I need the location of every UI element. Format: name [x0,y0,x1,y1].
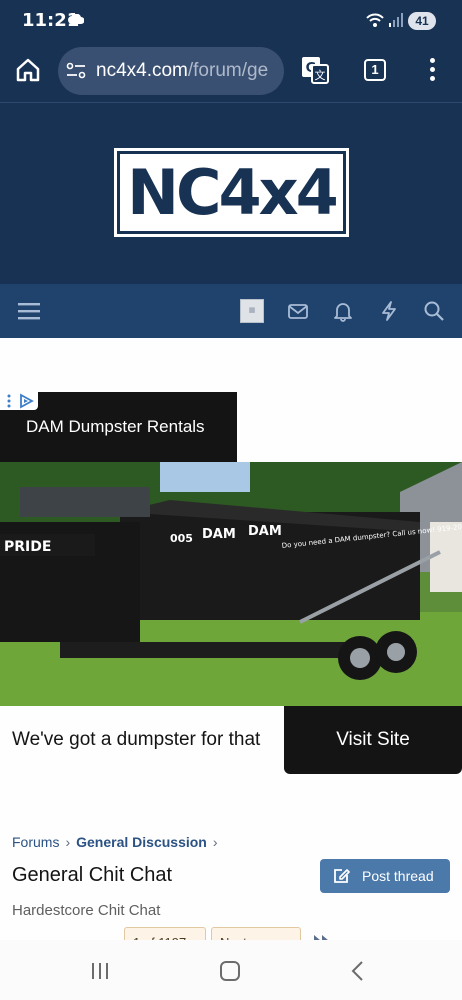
photo-text-pride: PRIDE [4,539,51,555]
photo-text-dam: DAM [202,527,236,542]
site-logo-text: NC4x4 [120,154,343,231]
site-info-icon[interactable] [66,61,86,81]
cloud-icon [68,14,84,24]
url-path: /forum/ge [187,60,269,81]
avatar-placeholder: ▦ [248,307,256,314]
battery-indicator: 41 [408,12,436,30]
search-icon[interactable] [423,300,445,322]
ad-image[interactable]: PRIDE DAM DAM 005 Do you need a DAM dump… [0,462,462,706]
mail-icon[interactable] [287,300,309,322]
breadcrumb: Forums › General Discussion › [12,834,224,850]
breadcrumb-general-discussion[interactable]: General Discussion [76,834,207,850]
url-text: nc4x4.com/forum/ge [96,60,268,82]
url-host: nc4x4.com [96,60,188,81]
bell-icon[interactable] [332,300,354,322]
page-title: General Chit Chat [12,864,173,886]
lightning-icon[interactable] [378,300,400,322]
status-bar: 11:21 41 [0,0,462,40]
more-options-icon[interactable] [424,58,440,84]
user-avatar[interactable]: ▦ [240,299,264,323]
forum-nav-bar [0,284,462,338]
post-thread-button[interactable]: Post thread [320,859,450,893]
post-thread-label: Post thread [362,868,434,884]
ad-tagline[interactable]: We've got a dumpster for that [12,729,260,751]
signal-icon [389,13,403,27]
page-subtitle: Hardestcore Chit Chat [12,902,161,919]
site-logo[interactable]: NC4x4 [114,148,349,237]
visit-site-button[interactable]: Visit Site [284,706,462,774]
tabs-button[interactable]: 1 [364,59,386,81]
ad-choices-symbol [7,393,34,409]
photo-text-unit: 005 [170,532,193,545]
back-icon[interactable] [350,961,366,981]
site-header: NC4x4 [0,103,462,284]
wifi-icon [366,13,384,27]
photo-text-dam-2: DAM [248,524,282,539]
chevron-right-icon: › [65,834,71,850]
hamburger-menu-icon[interactable] [18,300,40,322]
browser-toolbar: nc4x4.com/forum/ge G文 1 [0,40,462,102]
recent-apps-icon[interactable] [91,962,109,980]
chevron-right-icon: › [212,834,218,850]
breadcrumb-forums[interactable]: Forums [12,834,59,850]
system-navigation-bar [0,940,462,1000]
home-button-icon[interactable] [220,961,240,981]
dumpster-trailer-photo: PRIDE DAM DAM 005 Do you need a DAM dump… [0,462,462,706]
ad-choices-icon[interactable] [0,392,38,410]
edit-icon [334,869,350,883]
svg-text:文: 文 [315,68,326,82]
home-icon[interactable] [14,56,42,84]
translate-icon[interactable]: G文 [300,55,330,85]
address-bar[interactable]: nc4x4.com/forum/ge [58,47,284,95]
ad-title[interactable]: DAM Dumpster Rentals [26,417,205,437]
